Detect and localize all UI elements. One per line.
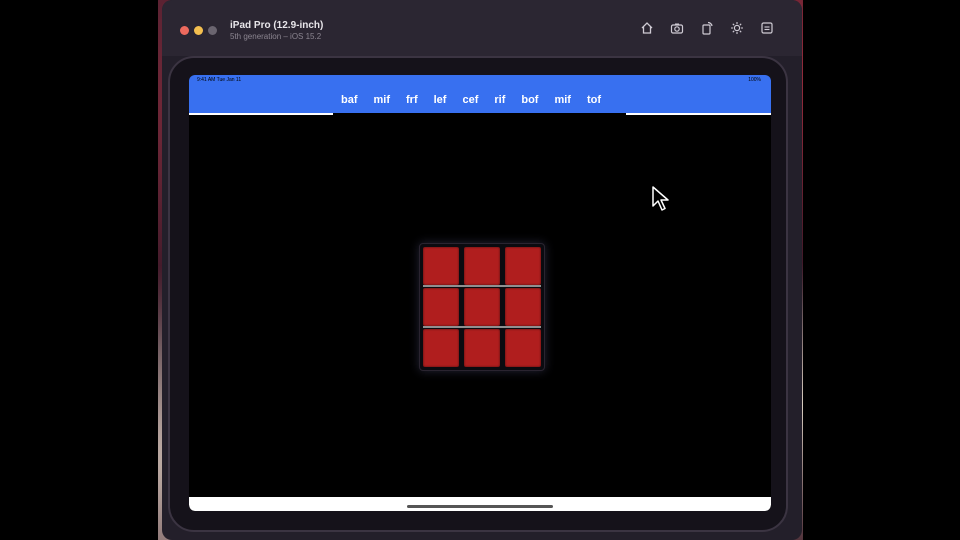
tab-bof[interactable]: bof xyxy=(513,87,546,113)
tab-lef[interactable]: lef xyxy=(426,87,455,113)
tab-cef[interactable]: cef xyxy=(454,87,486,113)
bottom-bar xyxy=(189,497,771,511)
tab-mif[interactable]: mif xyxy=(366,87,399,113)
cube-tile[interactable] xyxy=(505,288,541,326)
home-icon[interactable] xyxy=(640,21,654,35)
minimize-window-button[interactable] xyxy=(194,26,203,35)
window-titlebar: iPad Pro (12.9-inch) 5th generation – iO… xyxy=(162,0,802,56)
mouse-cursor-icon xyxy=(652,186,669,211)
window-subtitle: 5th generation – iOS 15.2 xyxy=(230,32,322,41)
zoom-window-button[interactable] xyxy=(208,26,217,35)
cube-tile[interactable] xyxy=(423,247,459,285)
close-window-button[interactable] xyxy=(180,26,189,35)
cube-face[interactable] xyxy=(419,243,545,371)
cube-tile[interactable] xyxy=(423,288,459,326)
window-title: iPad Pro (12.9-inch) xyxy=(230,20,324,31)
tab-baf[interactable]: baf xyxy=(333,87,366,113)
cube-tile[interactable] xyxy=(505,329,541,367)
tab-rif[interactable]: rif xyxy=(486,87,513,113)
status-bar: 9:41 AM Tue Jan 11 100% xyxy=(189,75,771,87)
device-icon[interactable] xyxy=(760,21,774,35)
brightness-icon[interactable] xyxy=(730,21,744,35)
cube-tile[interactable] xyxy=(464,247,500,285)
tile-gap-line xyxy=(423,326,541,328)
cube-tile[interactable] xyxy=(505,247,541,285)
status-battery: 100% xyxy=(748,77,761,83)
tab-bar: baf mif frf lef cef rif bof mif tof xyxy=(333,87,609,113)
cube-tile[interactable] xyxy=(464,329,500,367)
home-indicator[interactable] xyxy=(407,505,553,508)
tab-mif-2[interactable]: mif xyxy=(546,87,579,113)
tile-gap-line xyxy=(423,285,541,287)
tab-bar-underline xyxy=(333,113,626,115)
status-time: 9:41 AM Tue Jan 11 xyxy=(197,77,242,83)
cube-tile[interactable] xyxy=(464,288,500,326)
tab-tof[interactable]: tof xyxy=(579,87,609,113)
toolbar-icons xyxy=(640,21,774,35)
tab-frf[interactable]: frf xyxy=(398,87,426,113)
nav-bar: baf mif frf lef cef rif bof mif tof xyxy=(189,87,771,113)
camera-icon[interactable] xyxy=(670,21,684,35)
cube-tile[interactable] xyxy=(423,329,459,367)
ipad-screen[interactable]: 9:41 AM Tue Jan 11 100% baf mif frf lef … xyxy=(189,75,771,511)
rotate-icon[interactable] xyxy=(700,21,714,35)
